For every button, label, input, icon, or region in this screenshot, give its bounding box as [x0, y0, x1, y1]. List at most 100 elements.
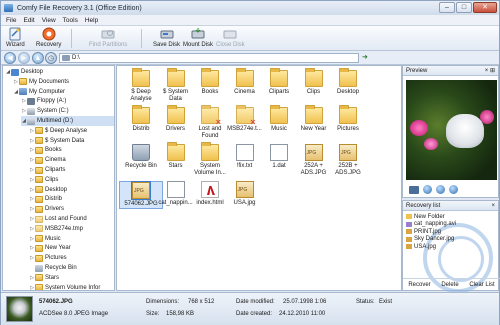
tree-item[interactable]: ▷ Floppy (A:): [21, 96, 66, 106]
file-item[interactable]: 252B + ADS.JPG: [326, 144, 370, 177]
minimize-button[interactable]: –: [439, 2, 455, 13]
menu-tools[interactable]: Tools: [63, 17, 78, 24]
tree-item[interactable]: ▷ System Volume Infor: [29, 283, 100, 290]
rotate-right-icon[interactable]: [436, 185, 445, 194]
mount-disk-icon: [191, 28, 205, 39]
delete-button[interactable]: Delete: [441, 282, 458, 288]
tree-item-label: $ System Data: [45, 137, 85, 144]
recovery-list-item[interactable]: USA.jpg: [406, 243, 436, 250]
tree-item[interactable]: ◢ Multimed (D:): [21, 116, 114, 126]
folder-icon: [132, 68, 150, 87]
address-input[interactable]: D:\: [59, 53, 359, 63]
mount-disk-button[interactable]: Mount Disk: [183, 27, 213, 48]
tree-item[interactable]: ▷ Music: [29, 234, 61, 244]
tree-item-label: Desktop: [21, 69, 44, 75]
tree-item[interactable]: ▷ System (C:): [21, 106, 69, 116]
tree-item-label: $ Deep Analyse: [45, 127, 88, 134]
recovery-list-item[interactable]: New Folder: [406, 213, 445, 220]
back-button[interactable]: ◀: [4, 52, 16, 64]
tree-item[interactable]: ◢ Desktop: [5, 67, 43, 77]
image-mode-icon[interactable]: [409, 185, 419, 194]
file-label: !fix.txt: [236, 163, 253, 169]
tree-item[interactable]: ▷ Desktop: [29, 185, 67, 195]
menu-bar: File Edit View Tools Help: [1, 15, 499, 26]
save-disk-button[interactable]: Save Disk: [153, 27, 180, 48]
tree-item[interactable]: ▷ Pictures: [29, 253, 67, 263]
find-partitions-button[interactable]: Find Partitions: [89, 27, 127, 48]
folder-icon: [35, 235, 43, 243]
recycle-bin-icon: [132, 144, 150, 161]
folder-icon: [201, 68, 219, 87]
created-label: Date created:: [236, 311, 273, 317]
tree-item[interactable]: ▷ New Year: [29, 243, 71, 253]
tree-item-label: Music: [45, 235, 61, 242]
tree-item[interactable]: ▷ Cliparts: [29, 165, 65, 175]
menu-view[interactable]: View: [42, 17, 56, 24]
file-label: Lost and Found: [198, 126, 222, 139]
tree-item[interactable]: ▷ Lost and Found: [29, 214, 87, 224]
drive-icon: [27, 107, 35, 115]
tree-item-label: Clips: [45, 176, 59, 183]
pin-icon[interactable]: × ⊞: [485, 66, 495, 76]
rotate-left-icon[interactable]: [423, 185, 432, 194]
tree-item-label: Distrib: [45, 196, 63, 203]
window-title: Comfy File Recovery 3.1 (Office Edition): [17, 4, 142, 12]
file-label: $ System Data: [162, 89, 188, 102]
desktop-icon: [11, 68, 19, 76]
tree-item-label: Desktop: [45, 186, 68, 193]
recover-button[interactable]: Recover: [408, 282, 430, 288]
clock-icon: ◷: [47, 55, 55, 62]
tree-item-label: System (C:): [37, 108, 69, 115]
flower-shape: [410, 120, 428, 136]
folder-icon: [235, 68, 254, 87]
wizard-button[interactable]: Wizard: [6, 27, 25, 48]
recovery-list-item[interactable]: PRINT.jpg: [406, 228, 441, 235]
file-icon: [406, 229, 412, 235]
recovery-item-label: New Folder: [414, 213, 445, 220]
menu-file[interactable]: File: [6, 17, 16, 24]
tree-item[interactable]: Recycle Bin: [29, 263, 77, 273]
file-item[interactable]: Desktop: [326, 68, 370, 96]
up-arrow-icon: ▲: [34, 54, 42, 62]
tree-item-label: Pictures: [45, 255, 67, 262]
go-arrow-icon[interactable]: ➜: [362, 53, 371, 63]
tree-item[interactable]: ▷ MSB274e.tmp: [29, 224, 83, 234]
tree-item[interactable]: ▷ Distrib: [29, 194, 62, 204]
tree-item[interactable]: ▷ Stars: [29, 273, 59, 283]
forward-button[interactable]: ▶: [18, 52, 30, 64]
history-button[interactable]: ◷: [45, 52, 57, 64]
menu-help[interactable]: Help: [85, 17, 98, 24]
folder-icon: [35, 254, 43, 262]
tree-item-label: MSB274e.tmp: [45, 225, 84, 232]
folder-icon: [166, 142, 185, 161]
recovery-list-item[interactable]: Sky Dancer.jpg: [406, 236, 454, 243]
tree-item[interactable]: ◢ My Computer: [13, 87, 65, 97]
toolbar: Wizard Recovery Find Partitions Save Dis…: [1, 26, 499, 51]
tree-item[interactable]: ▷ Cinema: [29, 155, 66, 165]
maximize-button[interactable]: □: [456, 2, 472, 13]
close-button[interactable]: ✕: [473, 2, 497, 13]
up-button[interactable]: ▲: [32, 52, 44, 64]
close-disk-button[interactable]: Close Disk: [216, 27, 245, 48]
tree-item[interactable]: ▷ Drivers: [29, 204, 64, 214]
pin-icon[interactable]: ×: [491, 201, 495, 211]
tree-item-label: New Year: [45, 245, 71, 252]
menu-edit[interactable]: Edit: [23, 17, 34, 24]
toolbar-separator: [71, 29, 72, 48]
clear-list-button[interactable]: Clear List: [469, 282, 494, 288]
recovery-button[interactable]: Recovery: [36, 27, 61, 48]
recovery-list-item[interactable]: cat_napping.avi: [406, 221, 456, 228]
jpeg-file-icon: [339, 144, 357, 161]
file-item[interactable]: USA.jpg: [223, 181, 267, 207]
tree-item[interactable]: ▷ $ System Data: [29, 136, 84, 146]
file-item[interactable]: Pictures: [326, 105, 370, 133]
size-label: Size:: [146, 311, 160, 317]
folder-icon: [35, 284, 43, 290]
folder-icon: [35, 274, 43, 282]
tree-item[interactable]: ▷ Books: [29, 145, 62, 155]
back-arrow-icon: ◀: [7, 55, 13, 62]
tree-item[interactable]: ▷ My Documents: [13, 77, 69, 87]
tree-item[interactable]: ▷ Clips: [29, 175, 58, 185]
tree-item[interactable]: ▷ $ Deep Analyse: [29, 126, 87, 136]
zoom-icon[interactable]: [449, 185, 458, 194]
